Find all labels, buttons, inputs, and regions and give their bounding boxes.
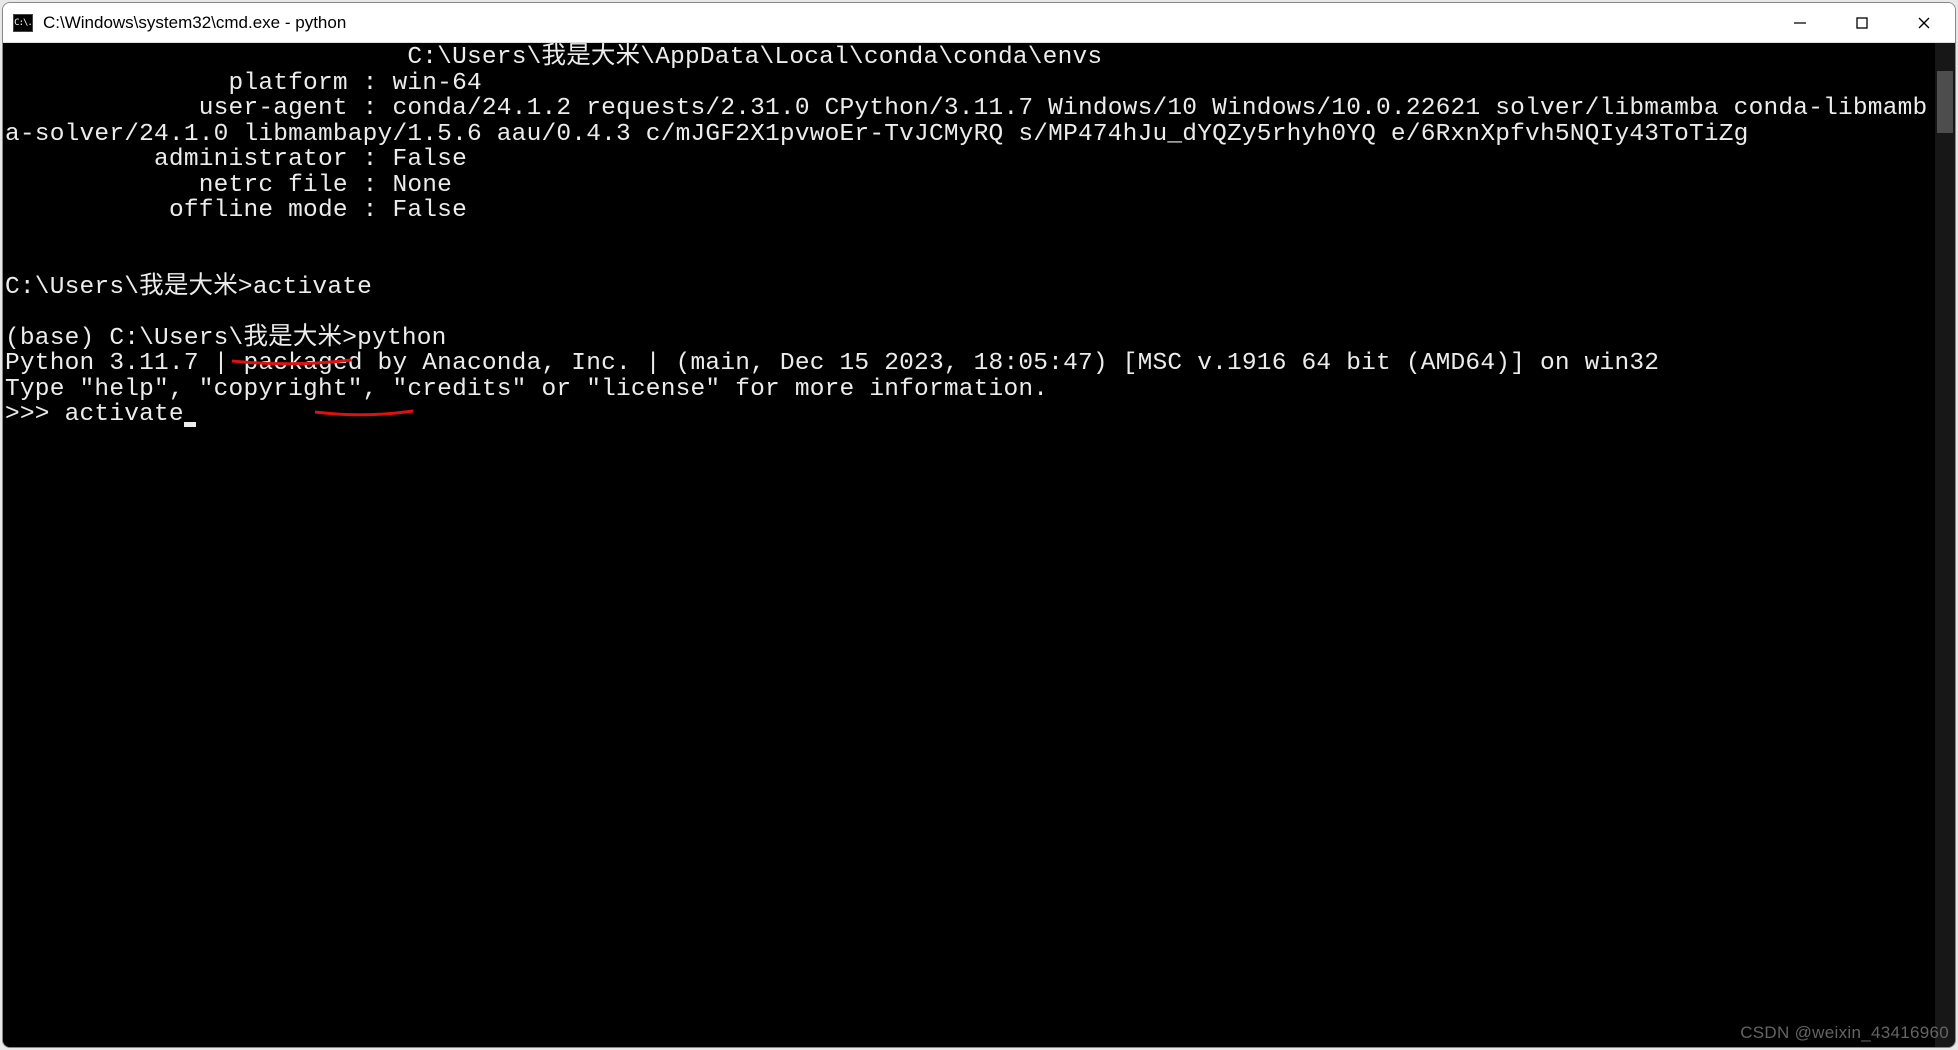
terminal-area: C:\Users\我是大米\AppData\Local\conda\conda\… bbox=[3, 43, 1955, 1047]
minimize-button[interactable] bbox=[1769, 3, 1831, 42]
maximize-icon bbox=[1855, 16, 1869, 30]
titlebar[interactable]: C:\. C:\Windows\system32\cmd.exe - pytho… bbox=[3, 3, 1955, 43]
window-title: C:\Windows\system32\cmd.exe - python bbox=[43, 13, 1769, 33]
terminal-line: (base) C:\Users\我是大米>python bbox=[5, 326, 1935, 352]
terminal-line: platform : win-64 bbox=[5, 71, 1935, 97]
terminal-output[interactable]: C:\Users\我是大米\AppData\Local\conda\conda\… bbox=[3, 43, 1935, 1047]
terminal-line: netrc file : None bbox=[5, 173, 1935, 199]
terminal-line: user-agent : conda/24.1.2 requests/2.31.… bbox=[5, 96, 1935, 147]
terminal-line: offline mode : False bbox=[5, 198, 1935, 224]
terminal-line bbox=[5, 224, 1935, 250]
minimize-icon bbox=[1793, 16, 1807, 30]
window-controls bbox=[1769, 3, 1955, 42]
watermark-text: CSDN @weixin_43416960 bbox=[1740, 1023, 1949, 1043]
close-icon bbox=[1917, 16, 1931, 30]
terminal-line bbox=[5, 300, 1935, 326]
terminal-line: Python 3.11.7 | packaged by Anaconda, In… bbox=[5, 351, 1935, 377]
terminal-line bbox=[5, 249, 1935, 275]
cmd-window: C:\. C:\Windows\system32\cmd.exe - pytho… bbox=[2, 2, 1956, 1048]
terminal-line: >>> activate bbox=[5, 402, 1935, 428]
close-button[interactable] bbox=[1893, 3, 1955, 42]
maximize-button[interactable] bbox=[1831, 3, 1893, 42]
terminal-line: Type "help", "copyright", "credits" or "… bbox=[5, 377, 1935, 403]
cmd-icon: C:\. bbox=[13, 14, 33, 32]
terminal-line: C:\Users\我是大米\AppData\Local\conda\conda\… bbox=[5, 45, 1935, 71]
scrollbar-thumb[interactable] bbox=[1937, 71, 1953, 133]
cursor bbox=[184, 422, 196, 427]
terminal-line: administrator : False bbox=[5, 147, 1935, 173]
terminal-line: C:\Users\我是大米>activate bbox=[5, 275, 1935, 301]
vertical-scrollbar[interactable] bbox=[1935, 43, 1955, 1047]
